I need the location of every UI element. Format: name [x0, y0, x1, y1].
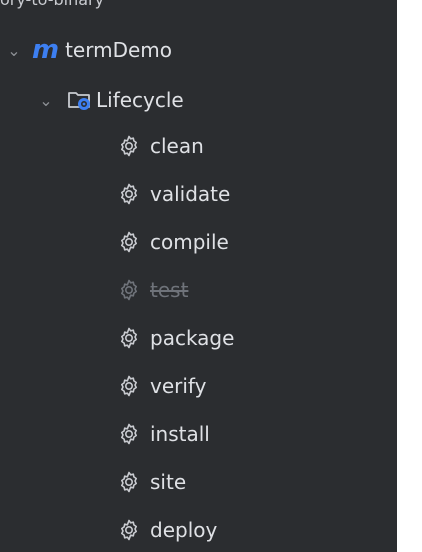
goal-label: deploy [150, 518, 218, 542]
lifecycle-goal-package[interactable]: package [0, 314, 397, 362]
gear-icon [115, 324, 143, 352]
goal-label: site [150, 470, 187, 494]
gear-icon [115, 372, 143, 400]
gear-icon [115, 276, 143, 304]
partial-row-text: ory-to-binary [0, 0, 397, 10]
lifecycle-goal-site[interactable]: site [0, 458, 397, 506]
goal-label: verify [150, 374, 207, 398]
lifecycle-goal-install[interactable]: install [0, 410, 397, 458]
chevron-down-icon[interactable]: ⌄ [6, 41, 22, 60]
lifecycle-goal-clean[interactable]: clean [0, 122, 397, 170]
gear-icon [115, 420, 143, 448]
goal-label: compile [150, 230, 229, 254]
lifecycle-goal-validate[interactable]: validate [0, 170, 397, 218]
gear-icon [115, 180, 143, 208]
lifecycle-goal-compile[interactable]: compile [0, 218, 397, 266]
gear-icon [115, 132, 143, 160]
maven-tool-window: ory-to-binary ⌄ m termDemo ⌄ Lifecycle c… [0, 0, 397, 552]
project-label: termDemo [65, 38, 173, 62]
lifecycle-label: Lifecycle [96, 88, 184, 112]
lifecycle-goal-test[interactable]: test [0, 266, 397, 314]
gear-icon [115, 228, 143, 256]
tree-node-project[interactable]: ⌄ m termDemo [0, 26, 397, 74]
goal-label: clean [150, 134, 204, 158]
gear-icon [115, 516, 143, 544]
goal-label: package [150, 326, 235, 350]
tree-node-lifecycle[interactable]: ⌄ Lifecycle [0, 76, 397, 124]
maven-logo-icon: m [32, 35, 60, 65]
goal-label: install [150, 422, 210, 446]
goal-label: validate [150, 182, 231, 206]
gear-icon [115, 468, 143, 496]
chevron-down-icon[interactable]: ⌄ [38, 91, 54, 110]
lifecycle-goal-verify[interactable]: verify [0, 362, 397, 410]
lifecycle-goal-deploy[interactable]: deploy [0, 506, 397, 552]
folder-gear-icon [66, 86, 94, 114]
goal-label: test [150, 278, 189, 302]
